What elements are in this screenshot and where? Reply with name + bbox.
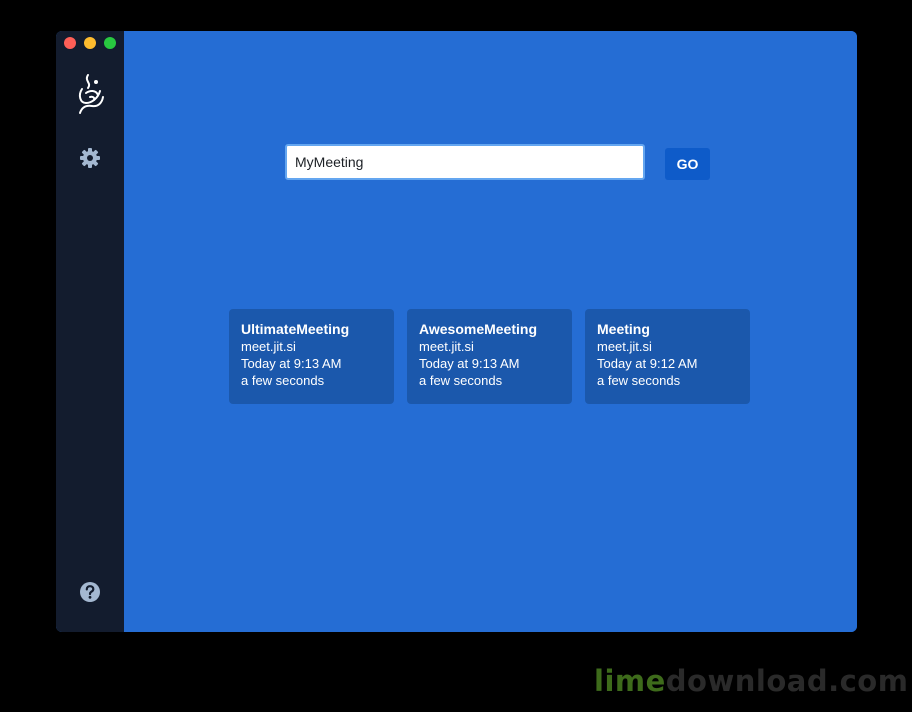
app-window: GO UltimateMeeting meet.jit.si Today at … [56, 31, 857, 632]
meeting-date: Today at 9:12 AM [597, 356, 698, 371]
window-close-button[interactable] [64, 37, 76, 49]
meeting-duration: a few seconds [597, 373, 681, 388]
recent-meetings-list: UltimateMeeting meet.jit.si Today at 9:1… [229, 309, 769, 404]
meeting-duration: a few seconds [241, 373, 325, 388]
recent-meeting-card[interactable]: AwesomeMeeting meet.jit.si Today at 9:13… [407, 309, 572, 404]
window-minimize-button[interactable] [84, 37, 96, 49]
room-name-input[interactable] [285, 144, 645, 180]
gear-icon[interactable] [79, 147, 101, 169]
meeting-duration: a few seconds [419, 373, 503, 388]
meeting-server: meet.jit.si [241, 339, 296, 354]
jitsi-logo-icon [78, 74, 104, 114]
meeting-date: Today at 9:13 AM [241, 356, 342, 371]
recent-meeting-card[interactable]: Meeting meet.jit.si Today at 9:12 AM a f… [585, 309, 750, 404]
question-circle-icon[interactable] [79, 581, 101, 603]
window-maximize-button[interactable] [104, 37, 116, 49]
watermark-lime-text: lime [594, 664, 666, 698]
meeting-server: meet.jit.si [597, 339, 652, 354]
watermark-logo: limedownload.com [594, 664, 908, 698]
watermark-download-text: download.com [665, 664, 909, 698]
meeting-room-name: Meeting [597, 321, 650, 337]
go-button[interactable]: GO [665, 148, 710, 180]
meeting-room-name: AwesomeMeeting [419, 321, 537, 337]
recent-meeting-card[interactable]: UltimateMeeting meet.jit.si Today at 9:1… [229, 309, 394, 404]
meeting-date: Today at 9:13 AM [419, 356, 520, 371]
meeting-server: meet.jit.si [419, 339, 474, 354]
meeting-room-name: UltimateMeeting [241, 321, 350, 337]
sidebar [56, 31, 124, 632]
welcome-page: GO UltimateMeeting meet.jit.si Today at … [124, 31, 857, 632]
